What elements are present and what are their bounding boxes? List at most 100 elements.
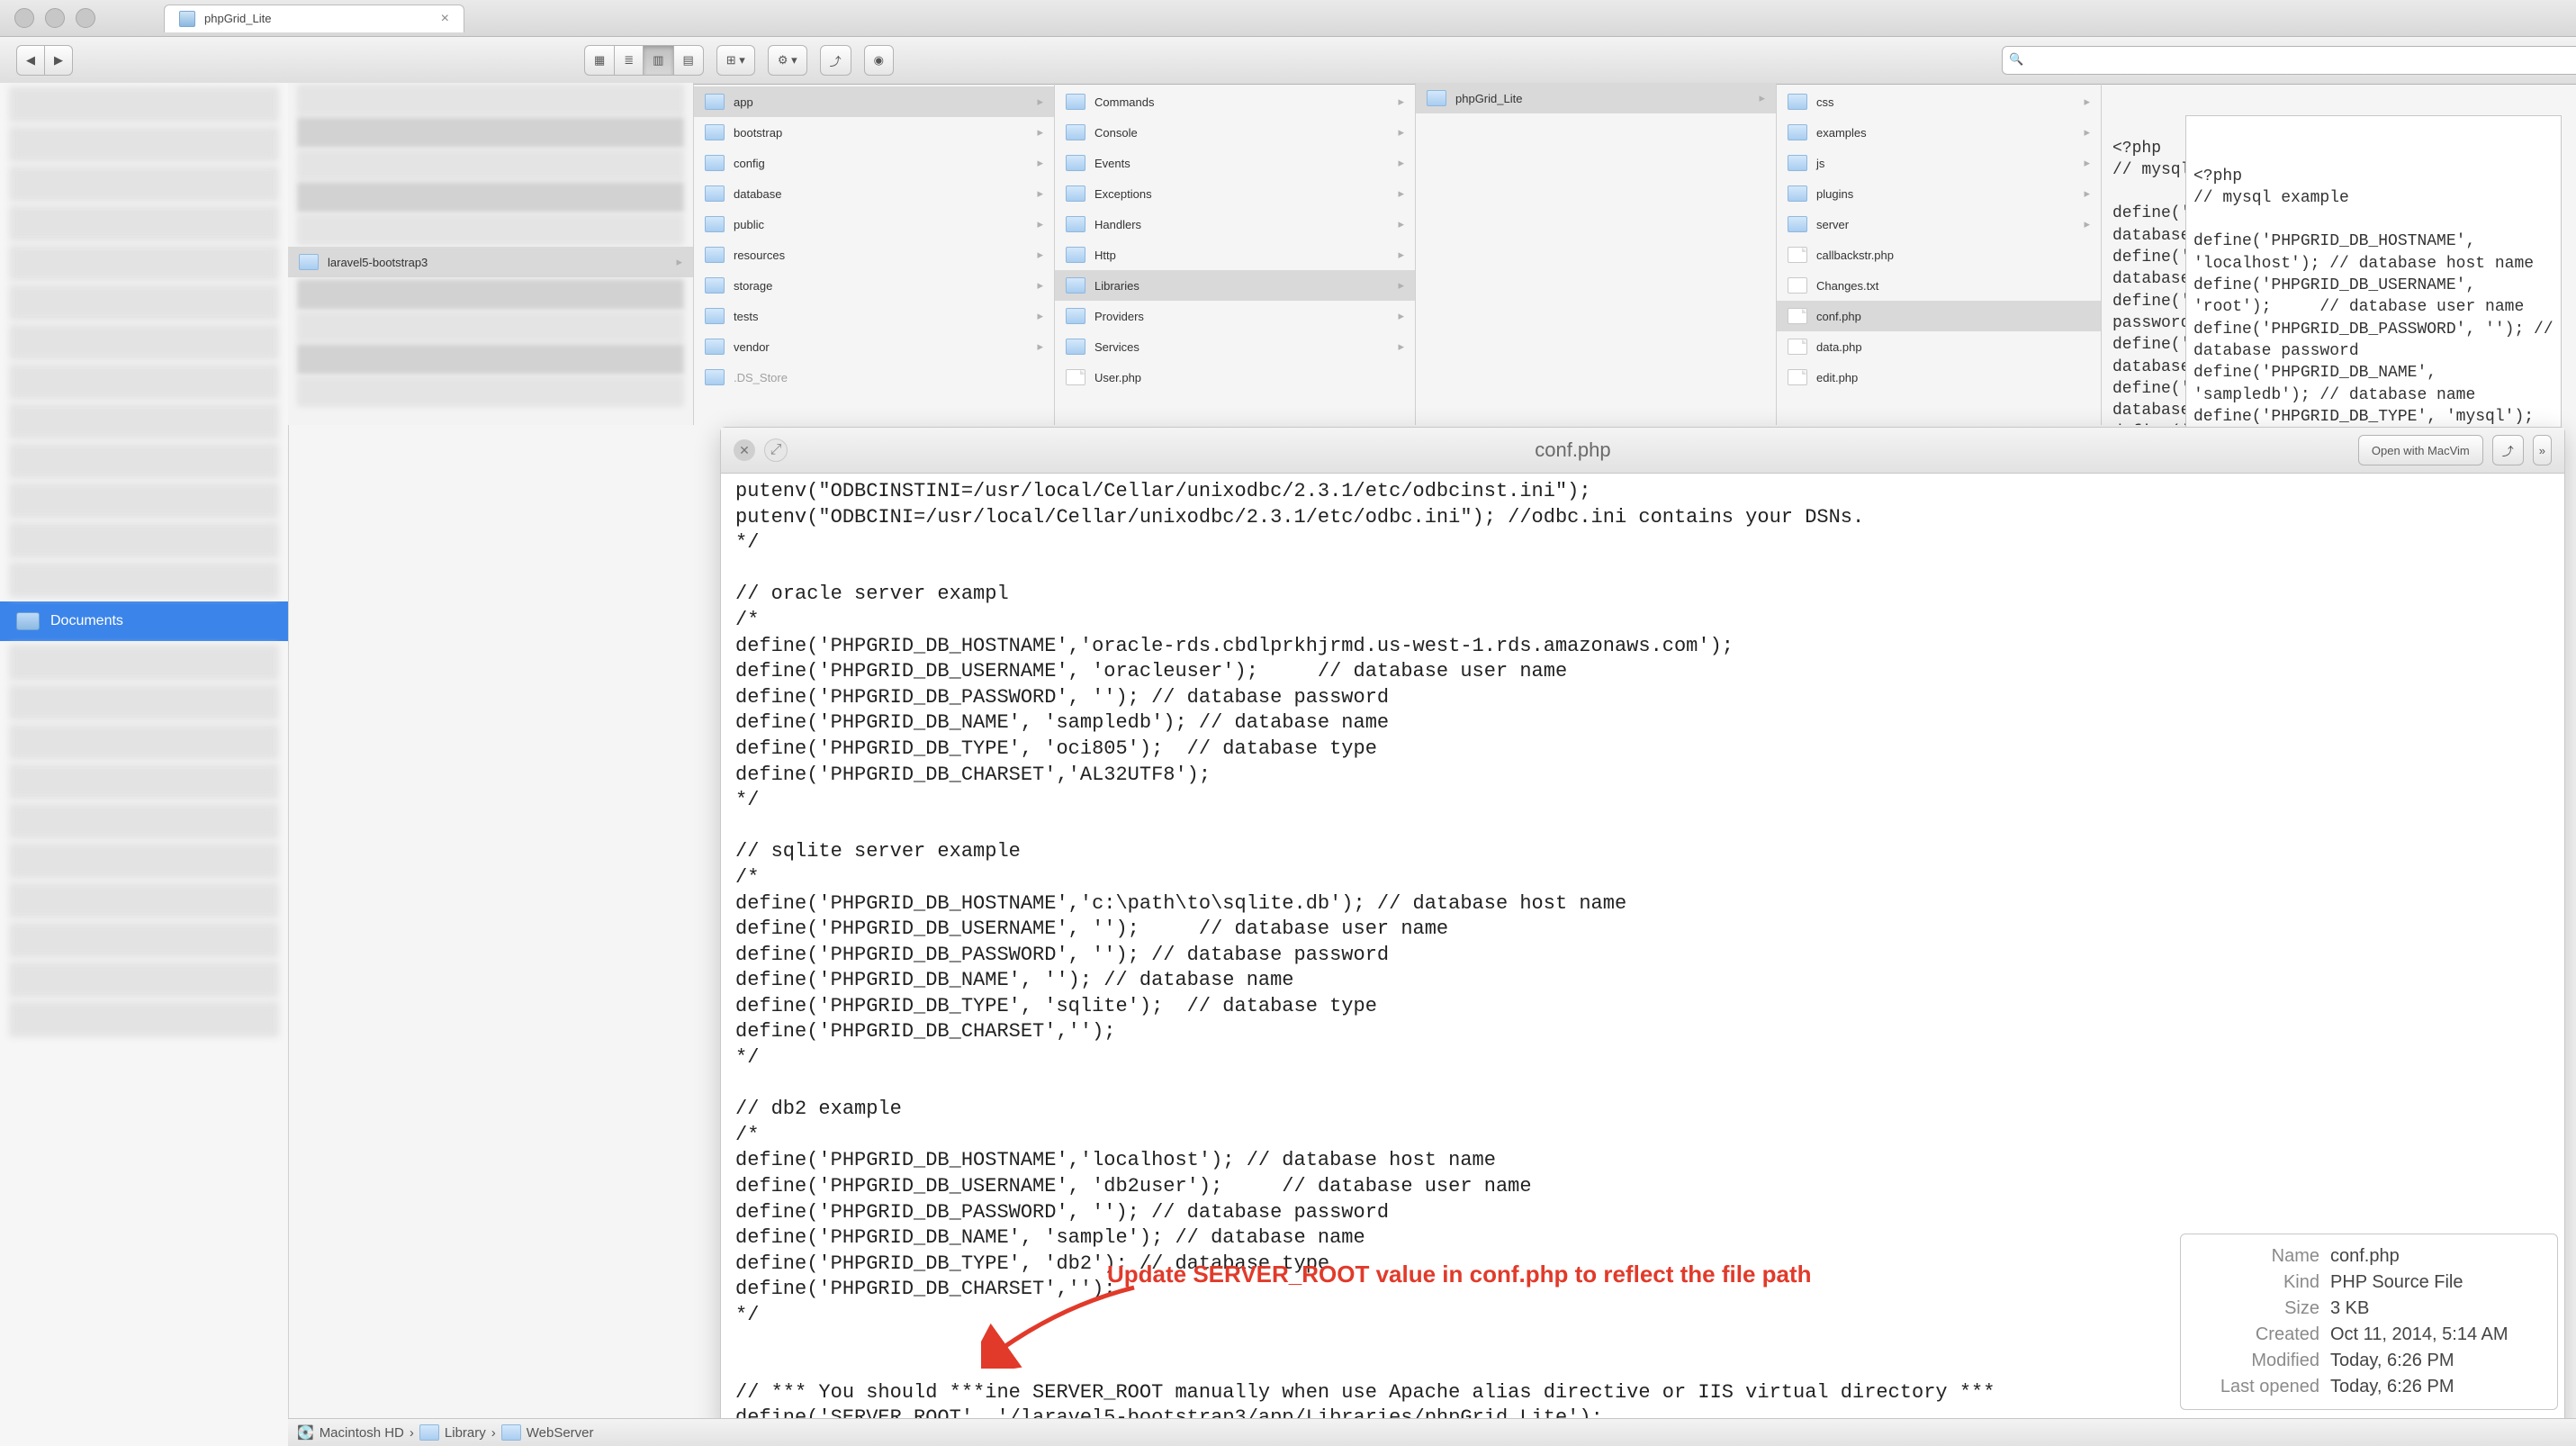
chevron-right-icon: ▸	[2084, 186, 2090, 201]
search-field[interactable]: 🔍	[2002, 46, 2560, 75]
sidebar-item-label: Documents	[50, 613, 123, 629]
folder-row-console[interactable]: Console ▸	[1055, 117, 1415, 148]
row-label: database	[734, 187, 782, 201]
folder-row-tests[interactable]: tests▸	[694, 301, 1054, 331]
zoom-window-icon[interactable]	[76, 8, 95, 28]
row-label: app	[734, 95, 753, 109]
column-4[interactable]: Commands▸Console▸Events▸Exceptions▸Handl…	[1055, 83, 1416, 425]
info-value: Today, 6:26 PM	[2330, 1351, 2454, 1371]
path-bar[interactable]: 💽 Macintosh HD › Library › WebServer	[288, 1418, 2576, 1446]
folder-row-database[interactable]: database▸	[694, 178, 1054, 209]
expand-quicklook-button[interactable]: »	[2533, 435, 2552, 465]
folder-row-config[interactable]: config▸	[694, 148, 1054, 178]
file-row-conf-php[interactable]: conf.php	[1777, 301, 2101, 331]
folder-icon	[1066, 277, 1085, 294]
folder-icon	[705, 277, 725, 294]
back-button[interactable]: ◀	[16, 45, 44, 76]
share-quicklook-button[interactable]: ⤴	[2492, 435, 2524, 465]
folder-row-examples[interactable]: examples▸	[1777, 117, 2101, 148]
folder-row-js[interactable]: js▸	[1777, 148, 2101, 178]
folder-row-services[interactable]: Services▸	[1055, 331, 1415, 362]
folder-row-app[interactable]: app▸	[694, 86, 1054, 117]
folder-row-bootstrap[interactable]: bootstrap▸	[694, 117, 1054, 148]
arrange-button[interactable]: ⊞ ▾	[716, 45, 755, 76]
chevron-right-icon: ▸	[1398, 125, 1404, 140]
view-mode-segment: ▦ ≣ ▥ ▤	[584, 45, 704, 76]
folder-row-public[interactable]: public▸	[694, 209, 1054, 239]
close-quicklook-button[interactable]: ✕	[734, 439, 755, 461]
folder-icon	[1788, 124, 1807, 140]
open-with-button[interactable]: Open with MacVim	[2358, 435, 2483, 465]
folder-row-plugins[interactable]: plugins▸	[1777, 178, 2101, 209]
fullscreen-quicklook-button[interactable]: ⤢	[764, 438, 788, 462]
column-3[interactable]: app▸bootstrap▸config▸database▸public▸res…	[694, 83, 1055, 425]
share-button[interactable]: ⤴	[820, 45, 851, 76]
column-5[interactable]: phpGrid_Lite ▸	[1416, 83, 1777, 425]
column-view-button[interactable]: ▥	[643, 45, 672, 76]
forward-button[interactable]: ▶	[44, 45, 73, 76]
file-icon	[1788, 277, 1807, 294]
chevron-right-icon: ▸	[676, 255, 682, 269]
folder-row-libraries[interactable]: Libraries ▸	[1055, 270, 1415, 301]
folder-row-providers[interactable]: Providers▸	[1055, 301, 1415, 331]
column-6[interactable]: css▸examples▸js▸plugins▸ server ▸ callbacks…	[1777, 83, 2102, 425]
folder-icon	[1066, 94, 1085, 110]
folder-row-events[interactable]: Events▸	[1055, 148, 1415, 178]
folder-row-server[interactable]: server ▸	[1777, 209, 2101, 239]
row-label: public	[734, 218, 764, 231]
close-tab-icon[interactable]: ×	[441, 11, 449, 27]
folder-icon	[705, 339, 725, 355]
folder-row-exceptions[interactable]: Exceptions ▸	[1055, 178, 1415, 209]
folder-row-commands[interactable]: Commands▸	[1055, 86, 1415, 117]
action-button[interactable]: ⚙ ▾	[768, 45, 807, 76]
chevron-right-icon: ▸	[1037, 278, 1043, 293]
tab-title: phpGrid_Lite	[204, 12, 432, 25]
chevron-right-icon: ▸	[1037, 156, 1043, 170]
chevron-right-icon: ▸	[1037, 339, 1043, 354]
path-segment[interactable]: WebServer	[527, 1425, 594, 1441]
chevron-right-icon: ▸	[1398, 278, 1404, 293]
folder-row-http[interactable]: Http▸	[1055, 239, 1415, 270]
file-row-callbackstr-php[interactable]: callbackstr.php	[1777, 239, 2101, 270]
path-segment[interactable]: Macintosh HD	[320, 1425, 404, 1441]
folder-icon	[705, 247, 725, 263]
list-view-button[interactable]: ≣	[614, 45, 643, 76]
traffic-lights	[0, 8, 110, 28]
folder-row-laravel[interactable]: laravel5-bootstrap3 ▸	[288, 247, 693, 277]
column-2[interactable]: laravel5-bootstrap3 ▸	[288, 83, 694, 425]
file-icon	[1788, 369, 1807, 385]
folder-row-resources[interactable]: resources▸	[694, 239, 1054, 270]
info-label: Size	[2193, 1298, 2319, 1319]
folder-row-vendor[interactable]: vendor▸	[694, 331, 1054, 362]
sidebar-item-documents[interactable]: Documents	[0, 601, 288, 641]
annotation-text: Update SERVER_ROOT value in conf.php to …	[1107, 1261, 1812, 1288]
sidebar: Documents	[0, 83, 289, 1446]
tags-button[interactable]: ◉	[864, 45, 894, 76]
finder-tab[interactable]: phpGrid_Lite ×	[164, 5, 464, 32]
close-window-icon[interactable]	[14, 8, 34, 28]
icon-view-button[interactable]: ▦	[584, 45, 614, 76]
row-label: Libraries	[1094, 279, 1139, 293]
file-row-edit-php[interactable]: edit.php	[1777, 362, 2101, 393]
folder-row-handlers[interactable]: Handlers▸	[1055, 209, 1415, 239]
row-label: Console	[1094, 126, 1138, 140]
folder-row-css[interactable]: css▸	[1777, 86, 2101, 117]
file-row-changes-txt[interactable]: Changes.txt	[1777, 270, 2101, 301]
chevron-right-icon: ▸	[1398, 156, 1404, 170]
folder-row-storage[interactable]: storage▸	[694, 270, 1054, 301]
row-label: Providers	[1094, 310, 1144, 323]
info-label: Created	[2193, 1324, 2319, 1345]
minimize-window-icon[interactable]	[45, 8, 65, 28]
row-label: server	[1816, 218, 1849, 231]
path-segment[interactable]: Library	[445, 1425, 486, 1441]
folder-row--ds-store[interactable]: .DS_Store	[694, 362, 1054, 393]
file-row-data-php[interactable]: data.php	[1777, 331, 2101, 362]
row-label: Exceptions	[1094, 187, 1152, 201]
coverflow-view-button[interactable]: ▤	[673, 45, 704, 76]
chevron-right-icon: ▸	[1398, 186, 1404, 201]
folder-icon	[705, 185, 725, 202]
folder-row-phpgrid[interactable]: phpGrid_Lite ▸	[1416, 83, 1776, 113]
file-row-user-php[interactable]: User.php	[1055, 362, 1415, 393]
search-input[interactable]	[2002, 46, 2576, 75]
chevron-right-icon: ▸	[2084, 217, 2090, 231]
